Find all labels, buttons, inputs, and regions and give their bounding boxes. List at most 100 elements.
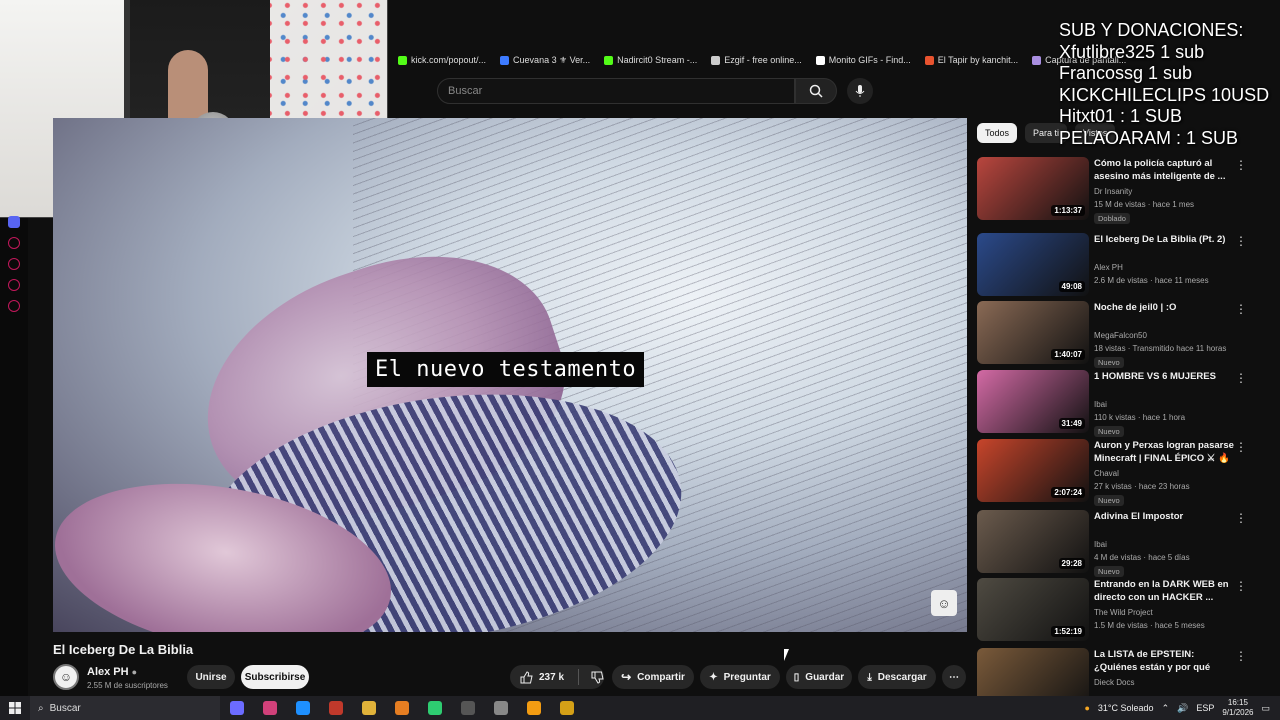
- video-thumbnail[interactable]: 31:49: [977, 370, 1089, 433]
- taskbar-app-icon[interactable]: [220, 696, 253, 720]
- bookmark-item[interactable]: Nadircit0 Stream -...: [604, 55, 697, 65]
- recommendation-channel[interactable]: Chaval: [1094, 469, 1119, 478]
- thumbs-up-icon: [520, 670, 533, 683]
- recommendation-title[interactable]: Adivina El Impostor: [1094, 510, 1234, 523]
- search-input[interactable]: Buscar: [437, 78, 795, 104]
- settings-icon[interactable]: [8, 300, 20, 312]
- bookmark-item[interactable]: Ezgif - free online...: [711, 55, 802, 65]
- more-options-icon[interactable]: ⋮: [1235, 235, 1247, 249]
- taskbar-app-icon[interactable]: [385, 696, 418, 720]
- recommendation-channel[interactable]: Ibai: [1094, 400, 1107, 409]
- video-thumbnail[interactable]: 1:13:37: [977, 157, 1089, 220]
- recommendation-channel[interactable]: Ibai: [1094, 540, 1107, 549]
- clock[interactable]: 16:15 9/1/2026: [1222, 698, 1253, 718]
- download-button[interactable]: ⤓ Descargar: [858, 665, 936, 689]
- more-options-icon[interactable]: ⋮: [1235, 159, 1247, 173]
- language[interactable]: ESP: [1196, 703, 1214, 713]
- more-options-icon[interactable]: ⋮: [1235, 372, 1247, 386]
- taskbar: ⌕ Buscar ● 31°C Soleado ⌃ 🔊 ESP 16:15 9/…: [0, 696, 1280, 720]
- watermark-icon: ☺: [931, 590, 957, 616]
- like-button[interactable]: 237 k: [510, 665, 604, 689]
- recommendation-title[interactable]: Cómo la policía capturó al asesino más i…: [1094, 157, 1234, 183]
- strip-icon[interactable]: [8, 237, 20, 249]
- recommendation-channel[interactable]: MegaFalcon50: [1094, 331, 1147, 340]
- recommendation-item[interactable]: 1:52:19 Entrando en la DARK WEB en direct…: [977, 578, 1267, 642]
- share-label: Compartir: [637, 671, 685, 683]
- video-thumbnail[interactable]: 29:28: [977, 510, 1089, 573]
- taskbar-app-icon[interactable]: [286, 696, 319, 720]
- taskbar-app-icon[interactable]: [451, 696, 484, 720]
- start-button[interactable]: [0, 696, 30, 720]
- recommendation-title[interactable]: 1 HOMBRE VS 6 MUJERES: [1094, 370, 1234, 383]
- recommendation-item[interactable]: 2:07:24 Auron y Perxas logran pasarse Min…: [977, 439, 1267, 506]
- bookmark-item[interactable]: Cuevana 3 ⚜ Ver...: [500, 55, 590, 66]
- video-player[interactable]: El nuevo testamento ☺: [53, 118, 967, 632]
- video-thumbnail[interactable]: 49:08: [977, 233, 1089, 296]
- taskbar-app-icon[interactable]: [352, 696, 385, 720]
- recommendation-title[interactable]: Auron y Perxas logran pasarse Minecraft …: [1094, 439, 1234, 465]
- recommendation-title[interactable]: El Iceberg De La Biblia (Pt. 2): [1094, 233, 1234, 246]
- ask-button[interactable]: ✦ Preguntar: [700, 665, 780, 689]
- recommendation-channel[interactable]: Dr Insanity: [1094, 187, 1132, 196]
- more-options-icon[interactable]: ⋮: [1235, 303, 1247, 317]
- taskbar-app-icon[interactable]: [253, 696, 286, 720]
- recommendation-channel[interactable]: The Wild Project: [1094, 608, 1153, 617]
- more-options-icon[interactable]: ⋮: [1235, 650, 1247, 664]
- app-icon: [427, 701, 442, 715]
- join-button[interactable]: Unirse: [187, 665, 235, 689]
- taskbar-app-icon[interactable]: [517, 696, 550, 720]
- recommendation-title[interactable]: La LISTA de EPSTEIN: ¿Quiénes están y po…: [1094, 648, 1234, 674]
- share-icon: ↪: [621, 670, 632, 684]
- recommendation-title[interactable]: Entrando en la DARK WEB en directo con u…: [1094, 578, 1234, 604]
- taskbar-app-icon[interactable]: [550, 696, 583, 720]
- taskbar-search[interactable]: ⌕ Buscar: [30, 696, 220, 720]
- taskbar-app-icon[interactable]: [418, 696, 451, 720]
- bookmark-item[interactable]: kick.com/popout/...: [398, 55, 486, 65]
- recommendation-item[interactable]: 29:28 Adivina El Impostor Ibai 4 M de vista…: [977, 510, 1267, 577]
- thumbs-down-icon[interactable]: [591, 671, 604, 684]
- recommendation-item[interactable]: 49:08 El Iceberg De La Biblia (Pt. 2) Alex…: [977, 233, 1267, 297]
- more-options-icon[interactable]: ⋮: [1235, 441, 1247, 455]
- channel-name[interactable]: Alex PH ●: [87, 666, 137, 678]
- app-icon: [295, 701, 310, 715]
- recommendation-title[interactable]: Noche de jeil0 | :O: [1094, 301, 1234, 314]
- share-button[interactable]: ↪ Compartir: [612, 665, 694, 689]
- bookmark-item[interactable]: Monito GIFs - Find...: [815, 55, 911, 65]
- tray-chevron-icon[interactable]: ⌃: [1162, 703, 1170, 714]
- subscribe-button[interactable]: Subscribirse: [241, 665, 309, 689]
- search-button[interactable]: [795, 78, 837, 104]
- taskbar-app-icon[interactable]: [484, 696, 517, 720]
- recommendation-item[interactable]: 1:13:37 Cómo la policía capturó al asesin…: [977, 157, 1267, 224]
- voice-search-button[interactable]: [847, 78, 873, 104]
- video-thumbnail[interactable]: 1:52:19: [977, 578, 1089, 641]
- video-thumbnail[interactable]: 2:07:24: [977, 439, 1089, 502]
- recommendation-meta: 18 vistas · Transmitido hace 11 horas: [1094, 344, 1227, 353]
- more-options-icon[interactable]: ⋮: [1235, 580, 1247, 594]
- avatar[interactable]: ☺: [53, 664, 79, 690]
- sparkle-icon: ✦: [709, 671, 718, 683]
- donation-line: SUB Y DONACIONES:: [1059, 20, 1244, 40]
- chip-all[interactable]: Todos: [977, 123, 1018, 143]
- recommendation-item[interactable]: 31:49 1 HOMBRE VS 6 MUJERES Ibai 110 k vist…: [977, 370, 1267, 437]
- volume-icon[interactable]: 🔊: [1177, 703, 1188, 714]
- recommendation-channel[interactable]: Alex PH: [1094, 263, 1123, 272]
- strip-icon[interactable]: [8, 258, 20, 270]
- save-button[interactable]: ▯ Guardar: [786, 665, 852, 689]
- strip-icon[interactable]: [8, 279, 20, 291]
- app-icon: [262, 701, 277, 715]
- taskbar-search-label: Buscar: [49, 702, 81, 714]
- video-thumbnail[interactable]: 1:40:07: [977, 301, 1089, 364]
- recommendation-badge: Nuevo: [1094, 495, 1124, 506]
- taskbar-app-icon[interactable]: [319, 696, 352, 720]
- more-options-icon[interactable]: ⋮: [1235, 512, 1247, 526]
- weather[interactable]: 31°C Soleado: [1098, 703, 1154, 713]
- recommendation-channel[interactable]: Dieck Docs: [1094, 678, 1134, 687]
- notifications-icon[interactable]: ▭: [1261, 703, 1270, 714]
- recommendation-item[interactable]: 1:40:07 Noche de jeil0 | :O MegaFalcon50 18…: [977, 301, 1267, 368]
- bookmark-item[interactable]: El Tapir by kanchit...: [924, 55, 1018, 65]
- more-actions-button[interactable]: ⋯: [942, 665, 966, 689]
- bookmark-label: Monito GIFs - Find...: [828, 55, 911, 65]
- video-duration: 1:52:19: [1051, 626, 1085, 637]
- save-label: Guardar: [805, 671, 845, 683]
- discord-icon[interactable]: [8, 216, 20, 228]
